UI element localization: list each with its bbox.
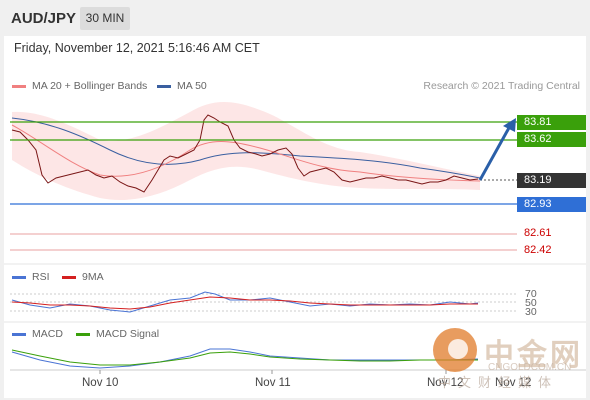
legend-rsi-label: RSI — [32, 271, 50, 283]
legend-bollinger-label: MA 20 + Bollinger Bands — [32, 80, 148, 92]
level-label-82-42: 82.42 — [524, 244, 552, 256]
level-tag-82-93: 82.93 — [517, 197, 586, 212]
forecast-arrow — [478, 125, 512, 181]
macd-signal-line — [11, 349, 478, 366]
macd-swatch — [12, 332, 26, 336]
legend-rsi-9ma-label: 9MA — [82, 271, 104, 283]
legend-rsi: RSI — [12, 271, 50, 283]
legend-macd-signal-label: MACD Signal — [96, 328, 160, 340]
watermark-subtext: 中文财经媒体 — [438, 375, 559, 390]
macd-signal-swatch — [76, 332, 90, 336]
date-label-nov-11: Nov 11 — [255, 377, 291, 389]
watermark-logo-inner — [448, 339, 468, 359]
legend-macd: MACD — [12, 328, 63, 340]
date-label-nov-10: Nov 10 — [82, 377, 119, 389]
level-tag-83-81: 83.81 — [517, 115, 586, 130]
rsi-swatch — [12, 275, 26, 279]
rsi-9ma-swatch — [62, 275, 76, 279]
legend-macd-label: MACD — [32, 328, 63, 340]
watermark-url: CNGOLDCOM.CN — [488, 362, 572, 373]
rsi-line — [11, 291, 479, 313]
legend-macd-signal: MACD Signal — [76, 328, 159, 340]
bollinger-swatch — [12, 84, 26, 88]
research-credit: Research © 2021 Trading Central — [423, 80, 580, 92]
macd-line — [11, 348, 479, 369]
legend-bollinger: MA 20 + Bollinger Bands — [12, 80, 147, 92]
level-tag-83-19: 83.19 — [517, 173, 586, 188]
level-tag-83-62: 83.62 — [517, 132, 586, 147]
rsi-level-label-30: 30 — [525, 306, 537, 318]
legend-rsi-9ma: 9MA — [62, 271, 104, 283]
legend-ma50-label: MA 50 — [177, 80, 207, 92]
ma50-swatch — [157, 84, 171, 88]
rsi-9ma-line — [11, 296, 478, 310]
legend-ma50: MA 50 — [157, 80, 207, 92]
level-label-82-61: 82.61 — [524, 227, 552, 239]
